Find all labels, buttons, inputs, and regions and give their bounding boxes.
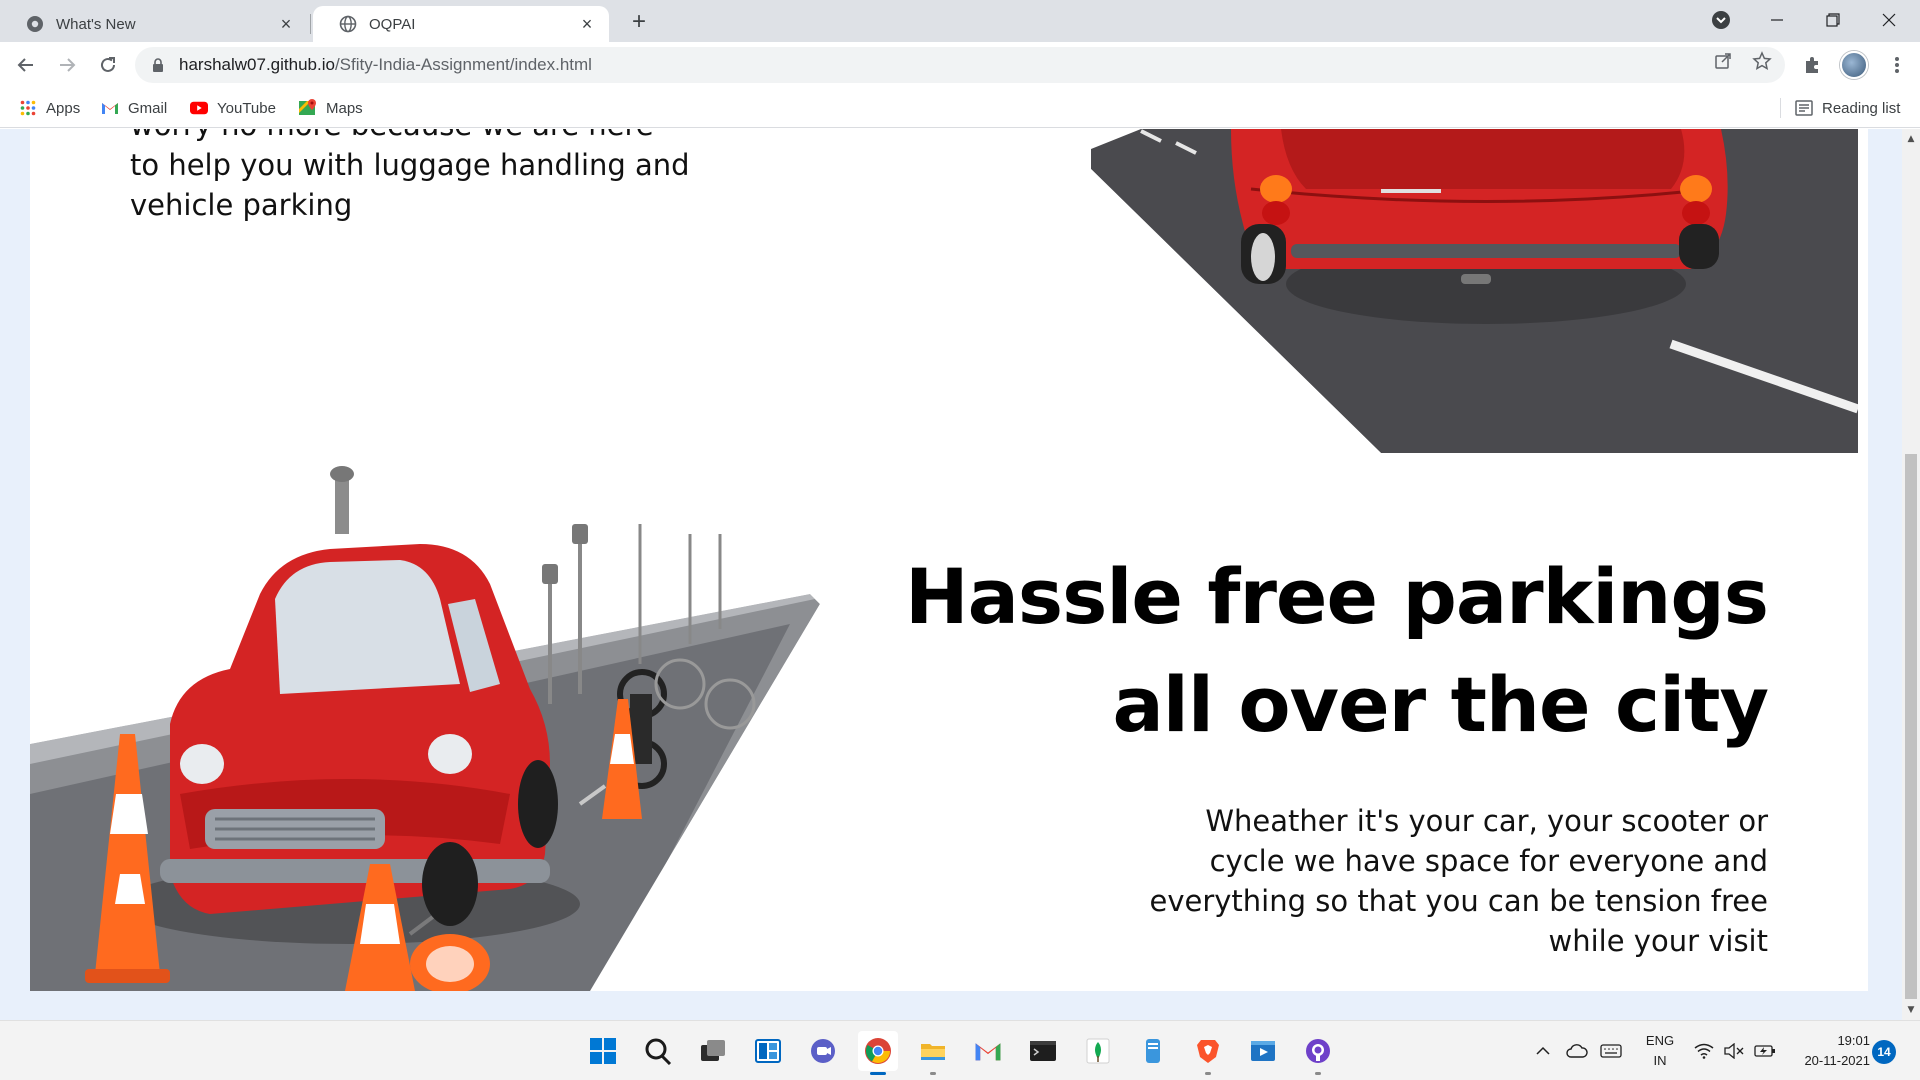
red-car-rear-image bbox=[1091, 129, 1858, 453]
notepad-icon[interactable] bbox=[1133, 1031, 1173, 1071]
reading-list-label: Reading list bbox=[1822, 99, 1901, 117]
tab-close-icon[interactable]: × bbox=[276, 14, 296, 35]
reading-list-button[interactable]: Reading list bbox=[1795, 88, 1900, 128]
gmail-icon bbox=[101, 99, 119, 117]
terminal-icon[interactable] bbox=[1023, 1031, 1063, 1071]
share-icon[interactable] bbox=[1712, 50, 1734, 72]
chrome-icon[interactable] bbox=[858, 1031, 898, 1075]
widgets-icon[interactable] bbox=[748, 1031, 788, 1071]
running-indicator bbox=[930, 1072, 936, 1075]
tab-strip: What's New × OQPAI × + bbox=[0, 0, 1920, 42]
tab-search-icon[interactable] bbox=[1698, 0, 1744, 40]
clock-time: 19:01 bbox=[1837, 1033, 1870, 1048]
forward-icon[interactable] bbox=[51, 49, 83, 81]
red-car-parking-image bbox=[30, 464, 820, 991]
close-window-icon[interactable] bbox=[1866, 0, 1912, 40]
url-path: /Sfity-India-Assignment/index.html bbox=[334, 55, 592, 74]
maps-icon bbox=[299, 99, 317, 117]
more-menu-icon[interactable] bbox=[1884, 52, 1910, 78]
page-scrollbar[interactable]: ▲ ▼ bbox=[1902, 129, 1920, 1020]
bookmark-star-icon[interactable] bbox=[1751, 50, 1773, 72]
bookmark-youtube[interactable]: YouTube bbox=[190, 88, 276, 128]
url-text: harshalw07.github.io/Sfity-India-Assignm… bbox=[179, 55, 592, 75]
github-desktop-icon[interactable] bbox=[1298, 1031, 1338, 1075]
scroll-down-arrow-icon[interactable]: ▼ bbox=[1902, 1002, 1920, 1018]
hero-title-line-2: all over the city bbox=[1112, 660, 1769, 749]
tab-separator bbox=[310, 14, 311, 34]
start-icon[interactable] bbox=[583, 1031, 623, 1071]
globe-icon bbox=[339, 15, 357, 33]
scroll-thumb[interactable] bbox=[1905, 454, 1917, 999]
tab-oqpai[interactable]: OQPAI × bbox=[313, 6, 609, 42]
active-indicator bbox=[870, 1072, 886, 1075]
hero-title-line-1: Hassle free parkings bbox=[904, 552, 1769, 641]
tab-close-icon[interactable]: × bbox=[577, 14, 597, 35]
extensions-icon[interactable] bbox=[1799, 52, 1825, 78]
language-indicator[interactable]: ENG IN bbox=[1640, 1031, 1680, 1071]
lock-icon bbox=[153, 58, 163, 72]
hero-description: Wheather it's your car, your scooter or … bbox=[1149, 804, 1769, 958]
bookmark-gmail[interactable]: Gmail bbox=[101, 88, 167, 128]
clock[interactable]: 19:01 20-11-2021 bbox=[1794, 1031, 1870, 1071]
language-code: ENG bbox=[1645, 1033, 1675, 1048]
file-explorer-icon[interactable] bbox=[913, 1031, 953, 1075]
browser-toolbar: harshalw07.github.io/Sfity-India-Assignm… bbox=[0, 42, 1920, 88]
windows-taskbar: ENG IN 19:01 20-11-2021 14 bbox=[0, 1020, 1920, 1080]
page-content: worry no more because we are here to hel… bbox=[30, 129, 1868, 991]
page-viewport: worry no more because we are here to hel… bbox=[0, 129, 1902, 1020]
youtube-icon bbox=[190, 99, 208, 117]
url-host: harshalw07.github.io bbox=[179, 55, 335, 74]
reload-icon[interactable] bbox=[92, 49, 124, 81]
apps-grid-icon bbox=[19, 99, 37, 117]
bookmark-maps[interactable]: Maps bbox=[299, 88, 363, 128]
restore-icon[interactable] bbox=[1810, 0, 1856, 40]
battery-charging-icon[interactable] bbox=[1754, 1021, 1776, 1080]
tab-whats-new[interactable]: What's New × bbox=[0, 6, 308, 42]
keyboard-icon[interactable] bbox=[1600, 1021, 1622, 1080]
show-hidden-icons-icon[interactable] bbox=[1535, 1021, 1551, 1080]
gmail-icon[interactable] bbox=[968, 1031, 1008, 1071]
intro-paragraph: worry no more because we are here to hel… bbox=[130, 129, 690, 222]
task-view-icon[interactable] bbox=[693, 1031, 733, 1071]
profile-avatar[interactable] bbox=[1840, 51, 1868, 79]
running-indicator bbox=[1205, 1072, 1211, 1075]
tab-title: OQPAI bbox=[369, 15, 416, 33]
back-icon[interactable] bbox=[10, 49, 42, 81]
bookmark-label: YouTube bbox=[217, 99, 276, 117]
scroll-up-arrow-icon[interactable]: ▲ bbox=[1902, 131, 1920, 147]
reading-list-icon bbox=[1795, 99, 1813, 117]
mongodb-icon[interactable] bbox=[1078, 1031, 1118, 1071]
onedrive-icon[interactable] bbox=[1566, 1021, 1588, 1080]
tab-title: What's New bbox=[56, 15, 136, 33]
brave-icon[interactable] bbox=[1188, 1031, 1228, 1075]
video-player-icon[interactable] bbox=[1243, 1031, 1283, 1071]
wifi-icon[interactable] bbox=[1694, 1021, 1714, 1080]
bookmark-apps[interactable]: Apps bbox=[19, 88, 80, 128]
clock-date: 20-11-2021 bbox=[1804, 1053, 1870, 1068]
bookmark-label: Gmail bbox=[128, 99, 168, 117]
notification-badge[interactable]: 14 bbox=[1872, 1040, 1896, 1064]
chrome-favicon-icon bbox=[27, 16, 43, 32]
new-tab-button[interactable]: + bbox=[624, 8, 654, 36]
address-bar[interactable]: harshalw07.github.io/Sfity-India-Assignm… bbox=[135, 47, 1785, 83]
bookmarks-separator bbox=[1780, 98, 1781, 118]
running-indicator bbox=[1315, 1072, 1321, 1075]
hero-title: Hassle free parkings all over the city bbox=[888, 543, 1769, 759]
minimize-icon[interactable] bbox=[1754, 0, 1800, 40]
bookmark-label: Maps bbox=[326, 99, 363, 117]
bookmarks-bar: Apps Gmail YouTube Maps Reading list bbox=[0, 88, 1920, 128]
language-region: IN bbox=[1653, 1053, 1667, 1068]
volume-muted-icon[interactable] bbox=[1724, 1021, 1744, 1080]
bookmark-label: Apps bbox=[46, 99, 81, 117]
search-icon[interactable] bbox=[638, 1031, 678, 1071]
teams-chat-icon[interactable] bbox=[803, 1031, 843, 1071]
